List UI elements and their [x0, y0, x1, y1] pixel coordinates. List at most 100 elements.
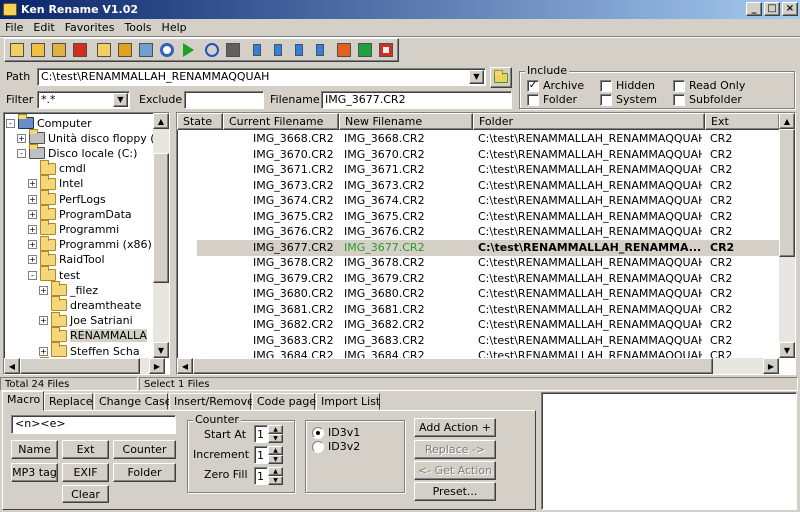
- column-header-folder[interactable]: Folder: [473, 113, 705, 130]
- include-archive-checkbox[interactable]: ✓ Archive: [527, 79, 584, 92]
- expand-icon[interactable]: +: [39, 316, 48, 326]
- grid-button[interactable]: [355, 40, 375, 60]
- scroll-right-icon[interactable]: ▶: [763, 358, 779, 374]
- browse-folder-button[interactable]: [490, 67, 512, 88]
- scroll-left-icon[interactable]: ◀: [177, 358, 193, 374]
- scroll-thumb[interactable]: [153, 153, 169, 283]
- start-at-value[interactable]: 1: [254, 425, 268, 443]
- get-action-button[interactable]: <- Get Action: [414, 461, 496, 480]
- scroll-down-icon[interactable]: ▼: [153, 342, 169, 358]
- new-button[interactable]: [7, 40, 27, 60]
- table-row[interactable]: IMG_3677.CR2 IMG_3677.CR2 C:\test\RENAMMAL…: [197, 239, 780, 256]
- tree-item[interactable]: + Steffen Scha: [39, 342, 140, 359]
- increment-value[interactable]: 1: [254, 446, 268, 464]
- scroll-thumb[interactable]: [779, 129, 795, 257]
- tab-change-case[interactable]: Change Case: [94, 393, 172, 410]
- include-subfolder-checkbox[interactable]: Subfolder: [673, 93, 742, 106]
- spin-down-icon[interactable]: ▼: [268, 476, 283, 485]
- chevron-down-icon[interactable]: ▼: [469, 70, 484, 84]
- calculator-button[interactable]: [223, 40, 243, 60]
- clear-button[interactable]: Clear: [62, 485, 109, 503]
- minimize-button[interactable]: _: [746, 2, 762, 16]
- menu-edit[interactable]: Edit: [28, 21, 59, 34]
- expand-icon[interactable]: +: [17, 133, 26, 143]
- zero-fill-stepper[interactable]: 1 ▲ ▼: [254, 467, 284, 485]
- star-button[interactable]: [115, 40, 135, 60]
- run-button[interactable]: [178, 40, 198, 60]
- spin-up-icon[interactable]: ▲: [268, 425, 283, 434]
- table-row[interactable]: IMG_3679.CR2 IMG_3679.CR2 C:\test\RENAMMAL…: [177, 271, 780, 287]
- menu-help[interactable]: Help: [157, 21, 192, 34]
- action-list[interactable]: [541, 392, 797, 510]
- tree-item[interactable]: cmdl: [28, 159, 86, 177]
- zero-fill-value[interactable]: 1: [254, 467, 268, 485]
- id3v1-radio[interactable]: ID3v1: [312, 426, 360, 439]
- save-button[interactable]: [49, 40, 69, 60]
- tab-code-page[interactable]: Code page: [252, 393, 316, 410]
- scroll-down-icon[interactable]: ▼: [779, 342, 795, 358]
- expand-icon[interactable]: +: [39, 285, 48, 295]
- scroll-up-icon[interactable]: ▲: [779, 113, 795, 129]
- table-row[interactable]: IMG_3675.CR2 IMG_3675.CR2 C:\test\RENAMMAL…: [177, 209, 780, 225]
- tab-insert-remove[interactable]: Insert/Remove: [169, 393, 254, 410]
- column-header-new-filename[interactable]: New Filename: [339, 113, 473, 130]
- collapse-icon[interactable]: -: [28, 270, 37, 280]
- column-header-current-filename[interactable]: Current Filename: [223, 113, 339, 130]
- arrow-top-button[interactable]: [289, 40, 309, 60]
- arrow-down-button[interactable]: [268, 40, 288, 60]
- table-row[interactable]: IMG_3676.CR2 IMG_3676.CR2 C:\test\RENAMMAL…: [177, 224, 780, 240]
- table-row[interactable]: IMG_3682.CR2 IMG_3682.CR2 C:\test\RENAMMAL…: [177, 317, 780, 333]
- tab-import-list[interactable]: Import List: [316, 393, 380, 410]
- table-row[interactable]: IMG_3670.CR2 IMG_3670.CR2 C:\test\RENAMMAL…: [177, 147, 780, 163]
- scroll-left-icon[interactable]: ◀: [4, 358, 20, 374]
- collapse-icon[interactable]: -: [17, 148, 26, 158]
- scroll-thumb[interactable]: [193, 358, 713, 374]
- close-button[interactable]: ×: [782, 2, 798, 16]
- id3v2-radio[interactable]: ID3v2: [312, 440, 360, 453]
- include-hidden-checkbox[interactable]: Hidden: [600, 79, 655, 92]
- mp3-tag-button[interactable]: MP3 tag: [11, 463, 58, 482]
- tree-item[interactable]: + _filez: [39, 281, 98, 298]
- table-row[interactable]: IMG_3678.CR2 IMG_3678.CR2 C:\test\RENAMMAL…: [177, 255, 780, 271]
- tree-item[interactable]: + Unità disco floppy (A: [17, 129, 162, 146]
- undo-button[interactable]: [202, 40, 222, 60]
- scroll-right-icon[interactable]: ▶: [149, 358, 165, 374]
- menu-tools[interactable]: Tools: [119, 21, 156, 34]
- counter-button[interactable]: Counter: [113, 440, 176, 459]
- delete-button[interactable]: [70, 40, 90, 60]
- filter-input[interactable]: *.* ▼: [37, 91, 130, 109]
- filename-input[interactable]: IMG_3677.CR2: [321, 91, 512, 109]
- tree-horizontal-scrollbar[interactable]: ◀ ▶: [4, 358, 165, 374]
- tree-item[interactable]: - Disco locale (C:): [17, 144, 137, 161]
- expand-icon[interactable]: +: [39, 346, 48, 356]
- tree-item[interactable]: - Computer: [6, 114, 92, 131]
- spin-down-icon[interactable]: ▼: [268, 434, 283, 443]
- preset-button[interactable]: Preset...: [414, 482, 496, 501]
- record-button[interactable]: [376, 40, 396, 60]
- menu-favorites[interactable]: Favorites: [60, 21, 120, 34]
- list-horizontal-scrollbar[interactable]: ◀ ▶: [177, 358, 779, 374]
- ext-button[interactable]: Ext: [62, 440, 109, 459]
- include-read-only-checkbox[interactable]: Read Only: [673, 79, 745, 92]
- column-header-state[interactable]: State: [177, 113, 223, 130]
- table-row[interactable]: IMG_3671.CR2 IMG_3671.CR2 C:\test\RENAMMAL…: [177, 162, 780, 178]
- table-row[interactable]: IMG_3681.CR2 IMG_3681.CR2 C:\test\RENAMMAL…: [177, 302, 780, 318]
- spin-down-icon[interactable]: ▼: [268, 455, 283, 464]
- target-button[interactable]: [157, 40, 177, 60]
- chevron-down-icon[interactable]: ▼: [113, 93, 128, 107]
- replace-action-button[interactable]: Replace ->: [414, 440, 496, 459]
- include-system-checkbox[interactable]: System: [600, 93, 657, 106]
- include-folder-checkbox[interactable]: Folder: [527, 93, 577, 106]
- exclude-input[interactable]: [184, 91, 264, 109]
- spin-up-icon[interactable]: ▲: [268, 467, 283, 476]
- folder-button[interactable]: [94, 40, 114, 60]
- table-row[interactable]: IMG_3668.CR2 IMG_3668.CR2 C:\test\RENAMMAL…: [177, 131, 780, 147]
- name-button[interactable]: Name: [11, 440, 58, 459]
- expand-icon[interactable]: +: [28, 240, 37, 250]
- expand-icon[interactable]: +: [28, 224, 37, 234]
- table-row[interactable]: IMG_3673.CR2 IMG_3673.CR2 C:\test\RENAMMAL…: [177, 178, 780, 194]
- columns-button[interactable]: [334, 40, 354, 60]
- table-row[interactable]: IMG_3674.CR2 IMG_3674.CR2 C:\test\RENAMMAL…: [177, 193, 780, 209]
- table-row[interactable]: IMG_3680.CR2 IMG_3680.CR2 C:\test\RENAMMAL…: [177, 286, 780, 302]
- arrow-up-button[interactable]: [247, 40, 267, 60]
